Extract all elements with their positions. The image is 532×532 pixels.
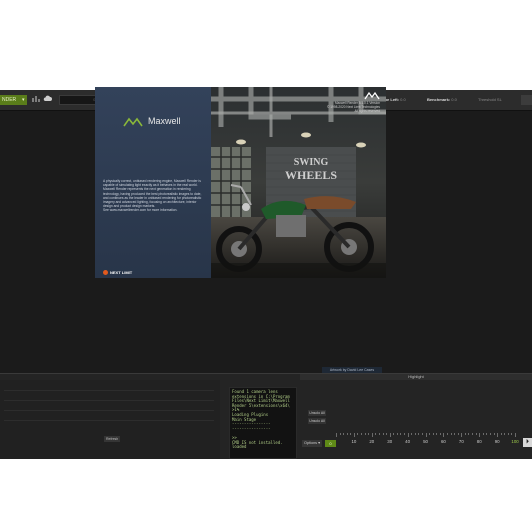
timeline-tick bbox=[346, 433, 348, 435]
timeline-tick-label: 80 bbox=[476, 439, 482, 444]
splash-artwork-image: SWING WHEELS Maxwell Render 5.1.0.1 Vers… bbox=[211, 87, 386, 278]
unsolo-all-button-top[interactable]: Unsolo All bbox=[308, 410, 326, 416]
timeline-tick bbox=[386, 433, 388, 435]
timeline-ruler[interactable]: 10 20 30 40 50 60 70 80 90 100 bbox=[336, 433, 524, 455]
highlight-header: Highlight bbox=[300, 374, 532, 380]
timeline-tick bbox=[375, 433, 377, 435]
timeline-tick bbox=[489, 433, 491, 435]
timeline-tick-label: 100 bbox=[511, 439, 519, 444]
splash-screen: Maxwell A physically correct, unbiased r… bbox=[95, 87, 386, 278]
splash-info-panel: Maxwell A physically correct, unbiased r… bbox=[95, 87, 211, 278]
timeline-tick bbox=[468, 433, 470, 435]
panel-divider bbox=[4, 420, 214, 421]
play-icon[interactable]: ⏵ bbox=[523, 438, 532, 447]
timeline-tick bbox=[511, 433, 513, 435]
panel-divider bbox=[4, 390, 214, 391]
timeline-tick bbox=[361, 433, 363, 435]
timeline-tick bbox=[475, 433, 477, 435]
timeline-tick bbox=[454, 433, 456, 435]
next-limit-icon bbox=[103, 270, 108, 276]
timeline-tick bbox=[439, 433, 441, 435]
timeline-tick bbox=[461, 433, 463, 437]
timeline-tick bbox=[350, 433, 352, 435]
timeline-tick bbox=[493, 433, 495, 435]
timeline-tick bbox=[393, 433, 395, 435]
cloud-icon[interactable] bbox=[43, 95, 52, 105]
timeline-tick bbox=[429, 433, 431, 435]
options-dropdown[interactable]: Options ▾ bbox=[302, 440, 323, 447]
console-log: Found 1 camera lens extensions in C:\Pro… bbox=[229, 387, 297, 459]
timeline-tick-label: 10 bbox=[351, 439, 357, 444]
timeline-tick bbox=[336, 433, 337, 437]
timeline-tick bbox=[339, 433, 341, 435]
bottom-panel: Highlight Refresh Found 1 camera lens ex… bbox=[0, 373, 532, 459]
timeline-tick-label: 40 bbox=[405, 439, 411, 444]
timeline-tick bbox=[457, 433, 459, 435]
timeline-tick bbox=[436, 433, 438, 435]
timeline-tick bbox=[425, 433, 427, 437]
timeline-tick bbox=[464, 433, 466, 435]
refresh-button[interactable]: Refresh bbox=[104, 436, 121, 442]
timeline-tick bbox=[500, 433, 502, 435]
timeline-tick bbox=[382, 433, 384, 435]
share-icon[interactable] bbox=[31, 95, 40, 105]
render-button-label: NDER bbox=[2, 97, 17, 103]
current-frame-field[interactable]: 0 bbox=[325, 440, 336, 447]
timeline-tick bbox=[396, 433, 398, 435]
timeline-tick bbox=[343, 433, 345, 435]
timeline-tick bbox=[414, 433, 416, 435]
timeline-tick bbox=[450, 433, 452, 435]
timeline-tick-label: 60 bbox=[440, 439, 446, 444]
panel-divider bbox=[4, 410, 214, 411]
timeline-tick bbox=[353, 433, 355, 437]
timeline-tick bbox=[507, 433, 509, 435]
splash-description: A physically correct, unbiased rendering… bbox=[103, 179, 202, 213]
timeline-tick bbox=[443, 433, 445, 437]
timeline-tick-label: 50 bbox=[423, 439, 428, 444]
timeline-tick bbox=[472, 433, 474, 435]
timeline-tick bbox=[482, 433, 484, 435]
toolbar-end-button[interactable] bbox=[521, 95, 532, 105]
unsolo-all-button[interactable]: Unsolo All bbox=[308, 418, 326, 424]
timeline-tick bbox=[486, 433, 488, 435]
maxwell-wordmark: Maxwell bbox=[148, 116, 181, 126]
timeline-tick bbox=[389, 433, 391, 437]
timeline-tick bbox=[364, 433, 366, 435]
timeline-tick bbox=[432, 433, 434, 435]
sign-line-2: WHEELS bbox=[285, 168, 337, 182]
maxwell-logo-icon bbox=[123, 117, 143, 127]
timeline-tick bbox=[515, 433, 517, 437]
timeline-tick bbox=[371, 433, 373, 437]
panel-divider bbox=[4, 400, 214, 401]
timeline-tick bbox=[404, 433, 406, 435]
timeline-tick bbox=[479, 433, 481, 437]
next-limit-logo: NEXT LIMIT bbox=[103, 270, 132, 276]
timeline-tick-label: 30 bbox=[387, 439, 393, 444]
history-panel bbox=[0, 380, 220, 459]
timeline-tick-label: 70 bbox=[458, 439, 464, 444]
timeline-tick bbox=[411, 433, 413, 435]
timeline-tick bbox=[447, 433, 448, 435]
timeline-tick bbox=[497, 433, 499, 437]
stat-threshold-sl: Threshold SL bbox=[478, 97, 502, 102]
timeline-tick bbox=[504, 433, 506, 435]
timeline-tick-label: 90 bbox=[494, 439, 500, 444]
version-info: Maxwell Render 5.1.0.1 Version © 1998-20… bbox=[327, 101, 380, 113]
maxwell-mark-icon bbox=[364, 91, 380, 100]
timeline-tick bbox=[421, 433, 423, 435]
sign-line-1: SWING bbox=[294, 157, 329, 168]
timeline-tick-label: 20 bbox=[369, 439, 375, 444]
timeline-tick bbox=[418, 433, 420, 435]
render-dropdown-arrow[interactable]: ▾ bbox=[22, 95, 27, 105]
timeline-tick bbox=[378, 433, 380, 435]
timeline-tick bbox=[368, 433, 370, 435]
timeline-tick bbox=[407, 433, 409, 437]
timeline-tick bbox=[357, 433, 359, 435]
stat-benchmark: Benchmark: 0.0 bbox=[427, 97, 457, 102]
timeline-tick bbox=[400, 433, 402, 435]
artwork-credit: Artwork by David Lee Cases bbox=[322, 367, 382, 373]
